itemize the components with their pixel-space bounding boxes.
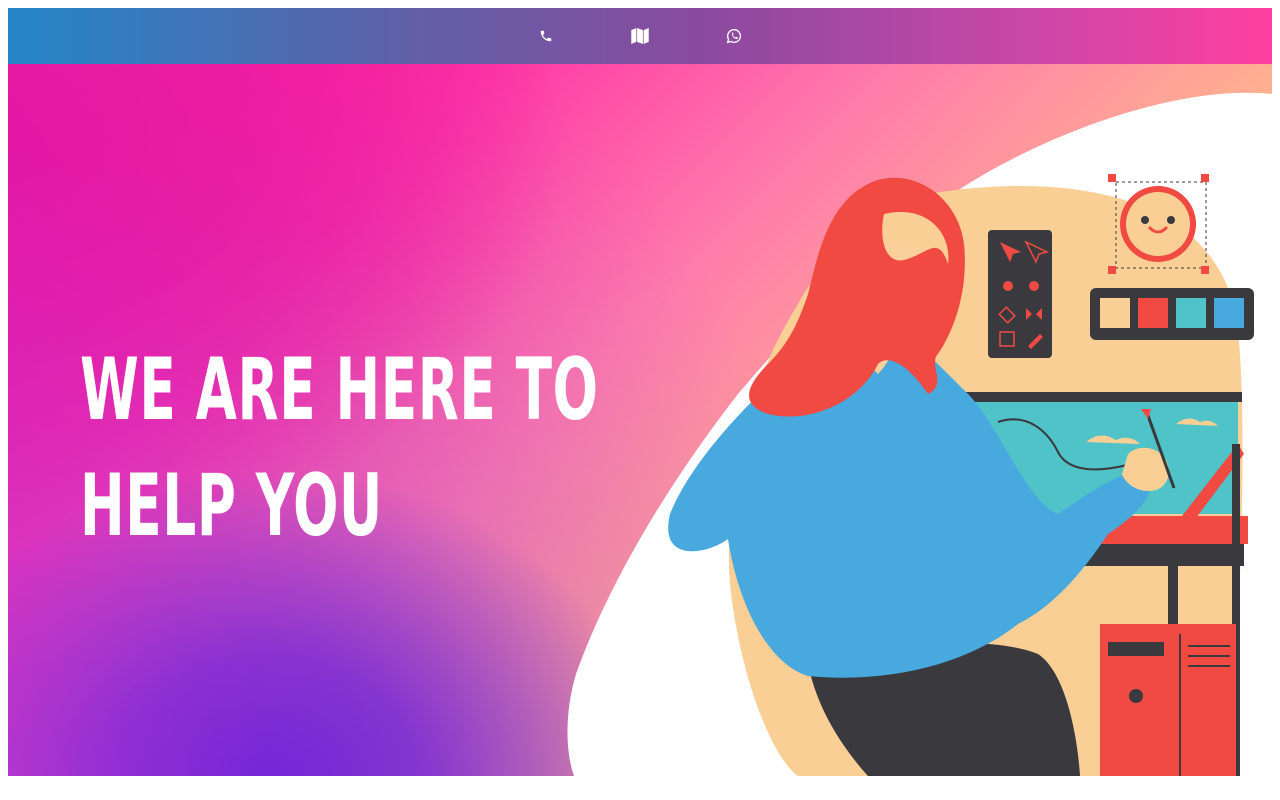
hero-banner: WE ARE HERE TO HELP YOU [8, 64, 1272, 776]
contact-icons [499, 8, 781, 64]
page: WE ARE HERE TO HELP YOU [0, 0, 1280, 800]
red-cabinet [1100, 624, 1236, 776]
whatsapp-link[interactable] [687, 8, 781, 64]
tool-palette [988, 230, 1052, 358]
map-icon [631, 28, 649, 44]
hero-title: WE ARE HERE TO HELP YOU [80, 340, 599, 556]
red-hair [749, 177, 965, 417]
phone-link[interactable] [499, 8, 593, 64]
phone-icon [540, 30, 552, 42]
map-link[interactable] [593, 8, 687, 64]
whatsapp-icon [726, 28, 742, 44]
top-contact-bar [8, 8, 1272, 64]
color-swatches [1090, 288, 1254, 340]
